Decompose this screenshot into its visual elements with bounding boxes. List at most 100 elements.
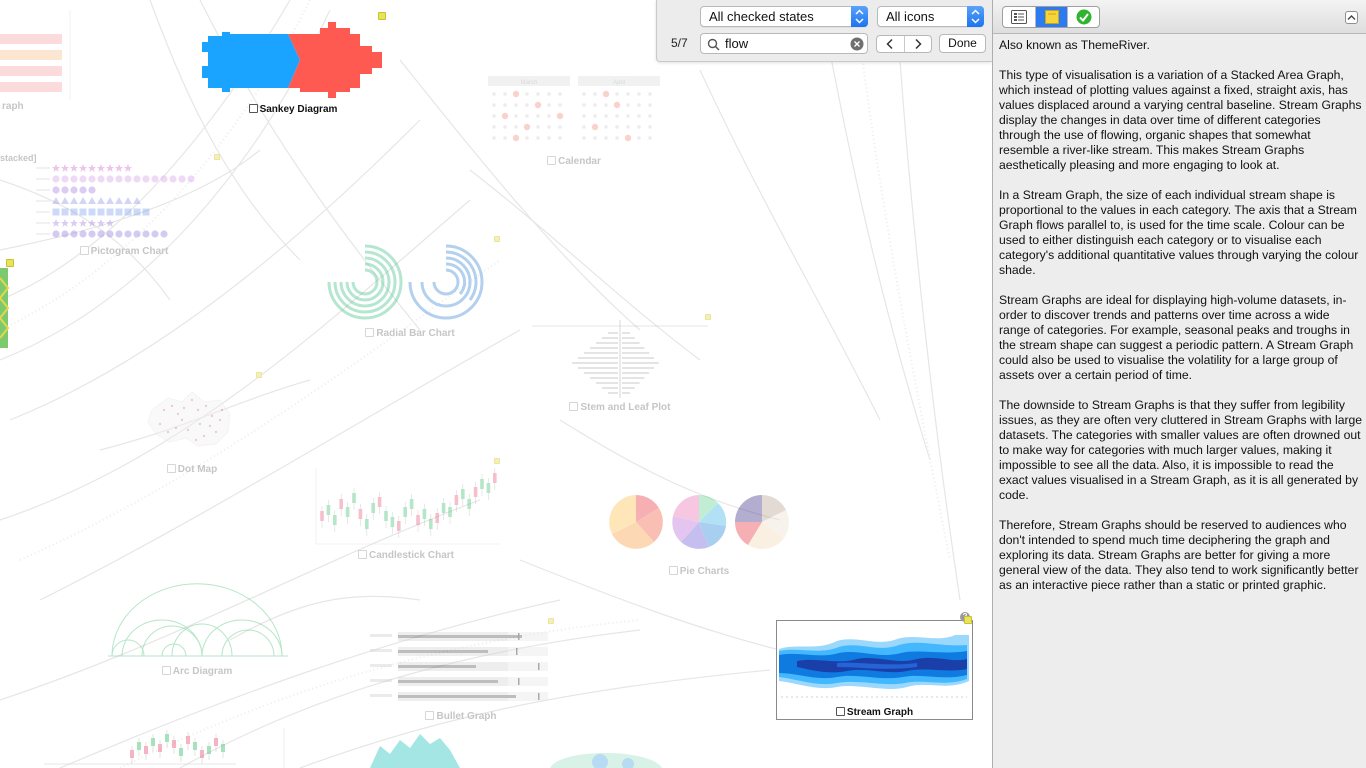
pie-charts-node[interactable]: Pie Charts xyxy=(604,490,794,586)
pictogram-mark xyxy=(151,230,159,238)
pictogram-mark xyxy=(124,175,132,183)
candle-body xyxy=(461,489,465,499)
sticky-note-icon[interactable] xyxy=(494,458,500,464)
previous-match-button[interactable] xyxy=(877,36,904,52)
calendar-day-dot xyxy=(514,114,518,118)
candlestick-chart-node[interactable]: Candlestick Chart xyxy=(310,464,502,564)
icon-filter-select[interactable]: All icons xyxy=(877,6,984,27)
calendar-month-april: April xyxy=(613,80,625,86)
candle-body xyxy=(221,744,225,752)
pictogram-mark xyxy=(124,230,132,238)
bullet-measure xyxy=(398,695,516,698)
map-dot xyxy=(166,430,170,434)
sticky-note-icon[interactable] xyxy=(964,616,972,624)
state-filter-select[interactable]: All checked states xyxy=(700,6,868,27)
sticky-note-icon[interactable] xyxy=(494,236,500,242)
bullet-graph-node[interactable]: Bullet Graph xyxy=(368,626,554,726)
calendar-day-dot xyxy=(591,123,599,131)
stem-leaf-plot-node[interactable]: Stem and Leaf Plot xyxy=(530,314,710,414)
tab-notes[interactable] xyxy=(1035,7,1067,27)
select-arrows-icon xyxy=(851,6,868,27)
bullet-row-label xyxy=(370,664,392,667)
candle-body xyxy=(403,507,407,517)
notes-paragraph: The downside to Stream Graphs is that th… xyxy=(999,398,1363,502)
pictogram-mark xyxy=(79,197,87,204)
arc-diagram-checkbox[interactable] xyxy=(161,666,171,675)
arc-diagram-node[interactable]: Arc Diagram xyxy=(102,580,292,680)
partial-candlestick-thumbnail xyxy=(44,730,236,765)
dot-map-checkbox[interactable] xyxy=(166,464,176,473)
calendar-day-dot xyxy=(593,92,597,96)
calendar-day-dot xyxy=(637,103,641,107)
stem-leaf-row xyxy=(622,352,650,354)
pictogram-mark xyxy=(61,230,69,238)
stem-leaf-row xyxy=(622,357,654,359)
partial-graph-node[interactable]: raph xyxy=(0,10,80,150)
icon-filter-value: All icons xyxy=(886,9,935,24)
dot-map-node[interactable]: Dot Map xyxy=(112,380,272,480)
stem-leaf-plot-caption: Stem and Leaf Plot xyxy=(530,402,710,413)
candle-body xyxy=(214,738,218,746)
stem-leaf-plot-checkbox[interactable] xyxy=(569,402,579,411)
sticky-note-icon[interactable] xyxy=(378,12,386,20)
notes-text[interactable]: Also known as ThemeRiver. This type of v… xyxy=(999,38,1363,608)
pictogram-mark xyxy=(106,208,114,216)
pictogram-mark xyxy=(97,175,105,183)
stream-graph-node[interactable]: Stream Graph xyxy=(776,620,973,720)
sankey-diagram-checkbox[interactable] xyxy=(248,104,258,113)
stem-leaf-plot-thumbnail xyxy=(532,320,708,398)
notes-paragraph: Stream Graphs are ideal for displaying h… xyxy=(999,293,1354,382)
calendar-day-dot xyxy=(615,125,619,129)
radial-bar-chart-node[interactable]: Radial Bar Chart xyxy=(320,240,500,340)
pictogram-mark xyxy=(79,175,87,183)
notes-paragraph: Therefore, Stream Graphs should be reser… xyxy=(999,518,1359,592)
candlestick-chart-caption: Candlestick Chart xyxy=(310,550,502,561)
sticky-note-icon[interactable] xyxy=(214,154,220,160)
candle-body xyxy=(165,734,169,742)
candlestick-chart-checkbox[interactable] xyxy=(357,550,367,559)
sticky-note-icon[interactable] xyxy=(705,314,711,320)
stem-leaf-row xyxy=(602,387,618,389)
bullet-graph-checkbox[interactable] xyxy=(425,711,435,720)
calendar-day-dot xyxy=(547,103,551,107)
pictogram-chart-node[interactable]: Pictogram Chart xyxy=(34,160,214,260)
collapse-button[interactable] xyxy=(1345,11,1358,24)
pictogram-mark xyxy=(79,186,87,194)
tab-properties[interactable] xyxy=(1003,7,1035,27)
calendar-day-dot xyxy=(525,92,529,96)
candle-body xyxy=(409,499,414,509)
calendar-day-dot xyxy=(558,92,562,96)
search-input[interactable]: flow xyxy=(700,33,868,54)
calendar-node[interactable]: March April Calendar xyxy=(484,72,664,172)
sticky-note-icon[interactable] xyxy=(548,618,554,624)
pie-charts-checkbox[interactable] xyxy=(668,566,678,575)
done-button[interactable]: Done xyxy=(939,34,986,53)
calendar-day-dot xyxy=(547,92,551,96)
candle-body xyxy=(352,493,356,503)
pictogram-mark xyxy=(97,164,105,172)
partial-stacked-label: stacked] xyxy=(0,153,37,163)
radial-bar-chart-checkbox[interactable] xyxy=(365,328,375,337)
bullet-graph-thumbnail xyxy=(370,632,548,701)
mindmap-canvas[interactable]: raph stacked] Sankey Diagram March April… xyxy=(0,0,992,768)
radial-bar-chart-label: Radial Bar Chart xyxy=(376,328,455,339)
next-match-button[interactable] xyxy=(903,36,932,52)
pictogram-mark xyxy=(160,175,168,183)
sticky-note-icon[interactable] xyxy=(6,259,14,267)
pictogram-chart-checkbox[interactable] xyxy=(79,246,89,255)
pictogram-mark xyxy=(88,186,96,194)
tab-status[interactable] xyxy=(1067,7,1099,27)
calendar-checkbox[interactable] xyxy=(547,156,557,165)
pictogram-mark xyxy=(70,219,78,227)
inspector-panel: Also known as ThemeRiver. This type of v… xyxy=(992,0,1366,768)
stream-graph-checkbox[interactable] xyxy=(835,707,845,716)
calendar-day-dot xyxy=(582,114,586,118)
clear-search-icon[interactable] xyxy=(850,37,864,51)
bullet-target xyxy=(518,633,520,640)
sticky-note-icon[interactable] xyxy=(256,372,262,378)
calendar-caption: Calendar xyxy=(484,156,664,167)
candle-body xyxy=(422,509,427,519)
calendar-day-dot xyxy=(512,134,520,142)
stream-graph-thumbnail xyxy=(779,635,969,698)
sankey-diagram-node[interactable]: Sankey Diagram xyxy=(200,18,386,118)
